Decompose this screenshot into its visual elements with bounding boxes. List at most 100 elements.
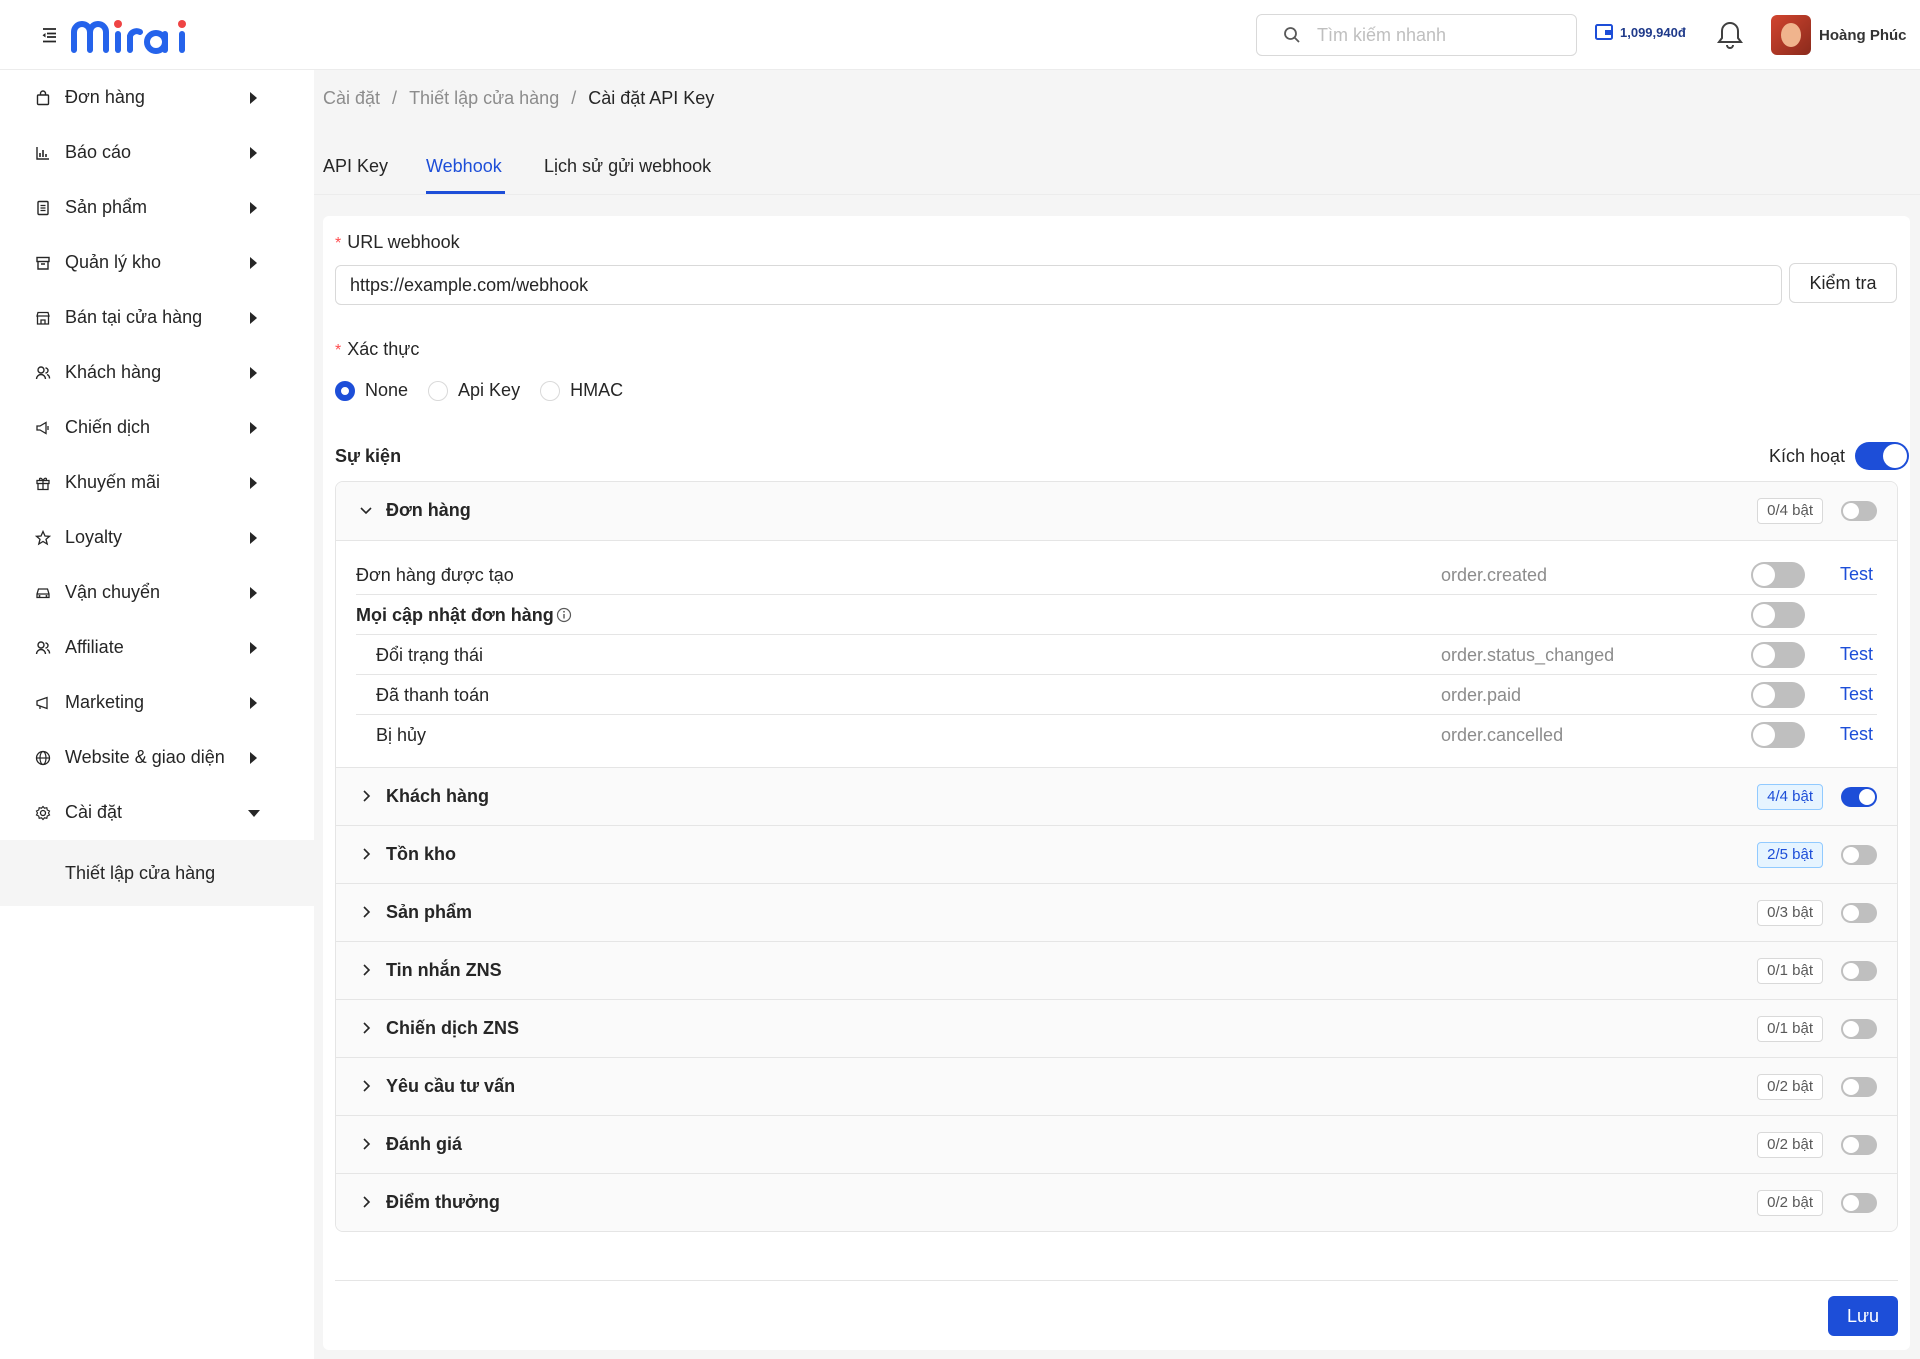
sidebar-item-label: Quản lý kho bbox=[65, 252, 162, 272]
tab-webhook-history[interactable]: Lịch sử gửi webhook bbox=[544, 156, 711, 177]
sidebar-item-archive[interactable]: Quản lý kho bbox=[0, 235, 314, 290]
caret-right-icon bbox=[250, 312, 257, 324]
event-group-toggle[interactable] bbox=[1841, 1019, 1877, 1039]
event-toggle[interactable] bbox=[1751, 602, 1805, 628]
archive-icon bbox=[34, 254, 52, 272]
event-group-header[interactable]: Đánh giá 0/2 bật bbox=[336, 1115, 1897, 1173]
sidebar-item-users[interactable]: Khách hàng bbox=[0, 345, 314, 400]
event-group-header[interactable]: Khách hàng 4/4 bật bbox=[336, 767, 1897, 825]
event-group-toggle[interactable] bbox=[1841, 787, 1877, 807]
auth-label: * Xác thực bbox=[335, 339, 419, 360]
speaker-icon bbox=[34, 694, 52, 712]
user-name: Hoàng Phúc bbox=[1819, 26, 1907, 44]
sidebar-item-car[interactable]: Vận chuyển bbox=[0, 565, 314, 620]
sidebar-item-gift[interactable]: Khuyến mãi bbox=[0, 455, 314, 510]
chevron-right-icon bbox=[358, 962, 374, 983]
event-toggle[interactable] bbox=[1751, 682, 1805, 708]
auth-radio-group: None Api Key HMAC bbox=[335, 380, 643, 401]
breadcrumb-store-setup[interactable]: Thiết lập cửa hàng bbox=[409, 88, 559, 109]
event-group-label: Tin nhắn ZNS bbox=[386, 960, 502, 980]
bag-icon bbox=[34, 89, 52, 107]
event-group-toggle[interactable] bbox=[1841, 501, 1877, 521]
event-toggle[interactable] bbox=[1751, 642, 1805, 668]
event-row: Đã thanh toán order.paid Test bbox=[356, 675, 1877, 715]
document-icon bbox=[34, 199, 52, 217]
user-menu[interactable]: Hoàng Phúc bbox=[1771, 15, 1907, 55]
chevron-right-icon bbox=[358, 846, 374, 867]
tab-api-key[interactable]: API Key bbox=[323, 156, 388, 177]
star-icon bbox=[34, 529, 52, 547]
event-group-toggle[interactable] bbox=[1841, 845, 1877, 865]
search-icon bbox=[1284, 27, 1300, 43]
event-group-count-badge: 0/4 bật bbox=[1757, 498, 1823, 524]
event-test-link[interactable]: Test bbox=[1840, 564, 1873, 585]
event-toggle[interactable] bbox=[1751, 722, 1805, 748]
avatar bbox=[1771, 15, 1811, 55]
event-group-toggle[interactable] bbox=[1841, 1077, 1877, 1097]
event-group-toggle[interactable] bbox=[1841, 961, 1877, 981]
event-label: Đơn hàng được tạo bbox=[356, 565, 514, 586]
sidebar-item-users[interactable]: Affiliate bbox=[0, 620, 314, 675]
sidebar-item-megaphone[interactable]: Chiến dịch bbox=[0, 400, 314, 455]
event-group-header[interactable]: Điểm thưởng 0/2 bật bbox=[336, 1173, 1897, 1231]
sidebar-item-store[interactable]: Bán tại cửa hàng bbox=[0, 290, 314, 345]
wallet-balance[interactable]: 1,099,940đ bbox=[1594, 22, 1686, 42]
sidebar-item-gear[interactable]: Cài đặt bbox=[0, 785, 314, 840]
caret-right-icon bbox=[250, 422, 257, 434]
sidebar-item-speaker[interactable]: Marketing bbox=[0, 675, 314, 730]
event-group-label: Chiến dịch ZNS bbox=[386, 1018, 520, 1038]
chevron-down-icon bbox=[358, 502, 374, 523]
event-group-header[interactable]: Đơn hàng 0/4 bật bbox=[336, 482, 1897, 540]
event-group-header[interactable]: Chiến dịch ZNS 0/1 bật bbox=[336, 999, 1897, 1057]
sidebar-item-label: Cài đặt bbox=[65, 802, 123, 822]
event-group-header[interactable]: Sản phẩm 0/3 bật bbox=[336, 883, 1897, 941]
sidebar-item-bag[interactable]: Đơn hàng bbox=[0, 70, 314, 125]
events-title: Sự kiện bbox=[335, 446, 402, 466]
sidebar-item-document[interactable]: Sản phẩm bbox=[0, 180, 314, 235]
search-input[interactable] bbox=[1317, 24, 1547, 46]
quick-search[interactable] bbox=[1256, 14, 1577, 56]
check-url-button[interactable]: Kiểm tra bbox=[1789, 263, 1897, 303]
event-group-label: Đánh giá bbox=[386, 1134, 463, 1154]
sidebar-item-label: Khuyến mãi bbox=[65, 472, 161, 492]
event-group-toggle[interactable] bbox=[1841, 1193, 1877, 1213]
event-code: order.created bbox=[1441, 565, 1548, 585]
event-group-count-badge: 4/4 bật bbox=[1757, 784, 1823, 810]
save-button[interactable]: Lưu bbox=[1828, 1296, 1898, 1336]
tab-bar: API Key Webhook Lịch sử gửi webhook bbox=[314, 150, 1920, 195]
event-group-toggle[interactable] bbox=[1841, 1135, 1877, 1155]
url-webhook-input[interactable] bbox=[335, 265, 1782, 305]
event-group-count-badge: 0/2 bật bbox=[1757, 1074, 1823, 1100]
event-group-toggle[interactable] bbox=[1841, 903, 1877, 923]
chevron-right-icon bbox=[358, 1020, 374, 1041]
breadcrumb-settings[interactable]: Cài đặt bbox=[323, 88, 380, 109]
sidebar-item-bar-chart[interactable]: Báo cáo bbox=[0, 125, 314, 180]
auth-radio-api-key[interactable]: Api Key bbox=[428, 380, 520, 401]
radio-label: None bbox=[365, 380, 409, 400]
menu-toggle-icon[interactable] bbox=[38, 24, 60, 46]
event-group-header[interactable]: Tồn kho 2/5 bật bbox=[336, 825, 1897, 883]
info-icon[interactable] bbox=[556, 607, 572, 623]
active-tab-indicator bbox=[426, 191, 505, 194]
caret-right-icon bbox=[250, 367, 257, 379]
sidebar-item-star[interactable]: Loyalty bbox=[0, 510, 314, 565]
tab-webhook[interactable]: Webhook bbox=[426, 156, 502, 177]
auth-radio-none[interactable]: None bbox=[335, 380, 408, 401]
event-group-header[interactable]: Tin nhắn ZNS 0/1 bật bbox=[336, 941, 1897, 999]
event-test-link[interactable]: Test bbox=[1840, 684, 1873, 705]
auth-radio-hmac[interactable]: HMAC bbox=[540, 380, 623, 401]
event-toggle[interactable] bbox=[1751, 562, 1805, 588]
sidebar-item-label: Chiến dịch bbox=[65, 417, 151, 437]
activate-toggle[interactable] bbox=[1855, 442, 1909, 470]
event-test-link[interactable]: Test bbox=[1840, 724, 1873, 745]
breadcrumb-separator: / bbox=[392, 88, 398, 108]
sidebar-item-globe[interactable]: Website & giao diện bbox=[0, 730, 314, 785]
mirai-logo[interactable] bbox=[70, 14, 202, 56]
event-test-link[interactable]: Test bbox=[1840, 644, 1873, 665]
event-group-header[interactable]: Yêu cầu tư vấn 0/2 bật bbox=[336, 1057, 1897, 1115]
notification-bell-icon[interactable] bbox=[1717, 20, 1743, 55]
event-group-label: Yêu cầu tư vấn bbox=[386, 1076, 516, 1096]
sidebar-subitem-store-setup[interactable]: Thiết lập cửa hàng bbox=[0, 840, 314, 906]
event-row: Bị hủy order.cancelled Test bbox=[356, 715, 1877, 755]
breadcrumb-separator: / bbox=[571, 88, 577, 108]
